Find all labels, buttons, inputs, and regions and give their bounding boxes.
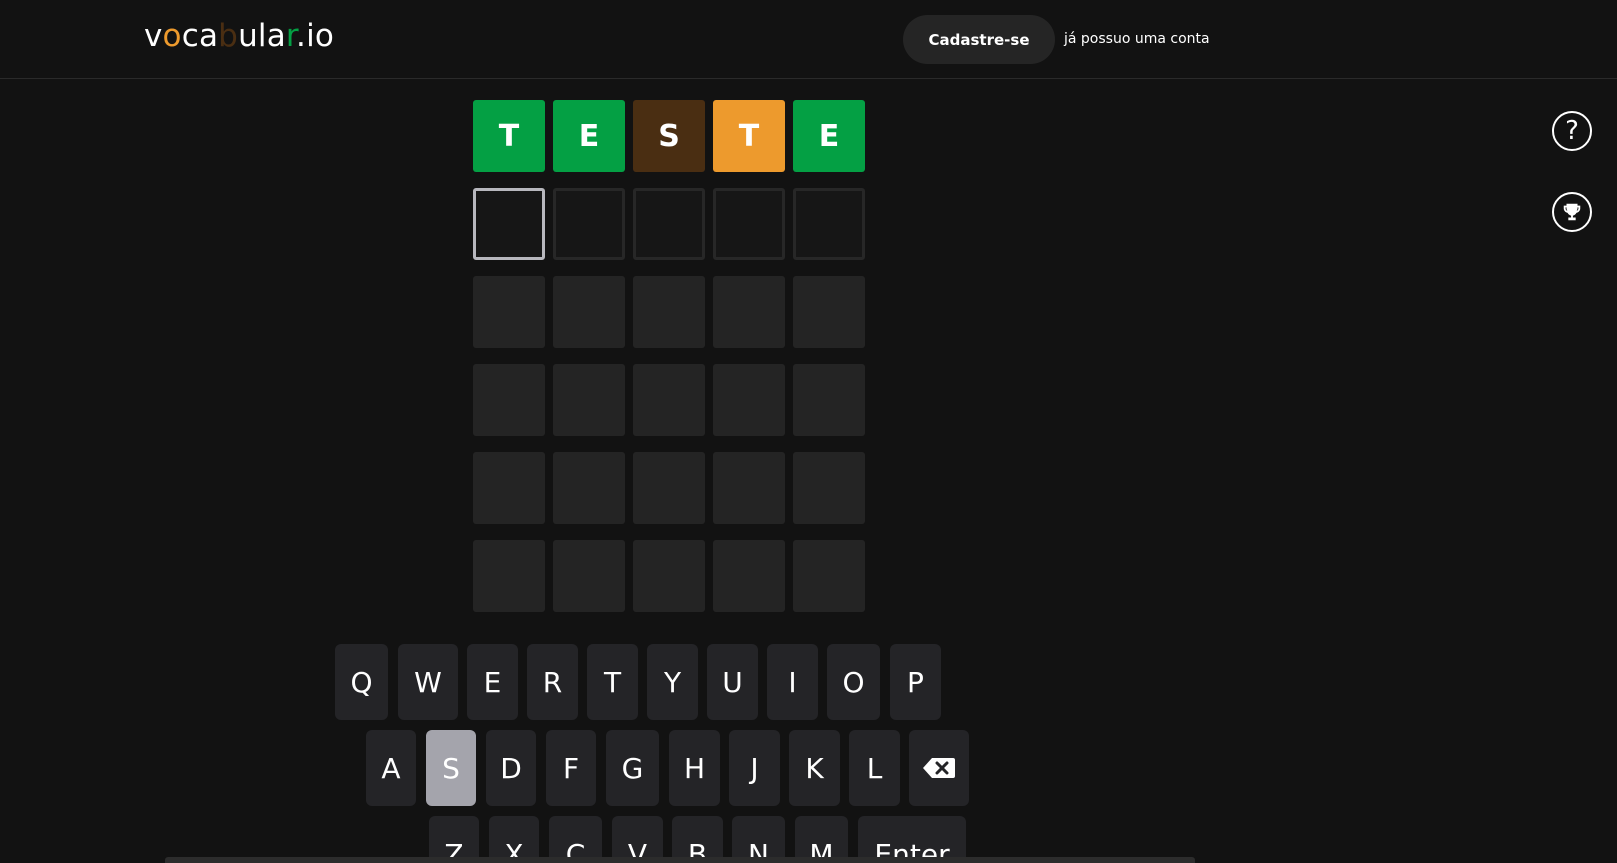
- key-n[interactable]: N: [732, 816, 785, 863]
- board-tile-correct: E: [793, 100, 865, 172]
- logo[interactable]: vocabular.io: [144, 18, 334, 54]
- key-s[interactable]: S: [426, 730, 476, 806]
- logo-part: o: [162, 18, 182, 54]
- board-tile-active: [473, 188, 545, 260]
- game-app: vocabular.io Cadastre-se já possuo uma c…: [0, 0, 1617, 863]
- logo-part: ca: [181, 18, 219, 54]
- board-tile-empty: [473, 540, 545, 612]
- board-tile-empty: [713, 452, 785, 524]
- key-p[interactable]: P: [890, 644, 941, 720]
- key-v[interactable]: V: [612, 816, 663, 863]
- board-tile-empty: [793, 364, 865, 436]
- key-c[interactable]: C: [549, 816, 602, 863]
- board-tile-empty: [793, 452, 865, 524]
- board-tile-empty: [553, 364, 625, 436]
- board-tile-empty: [793, 540, 865, 612]
- logo-part: .io: [296, 18, 335, 54]
- board-tile-empty: [793, 276, 865, 348]
- help-icon[interactable]: ?: [1552, 111, 1592, 151]
- key-q[interactable]: Q: [335, 644, 388, 720]
- key-r[interactable]: R: [527, 644, 578, 720]
- game-board: TESTE: [473, 100, 865, 612]
- key-a[interactable]: A: [366, 730, 416, 806]
- board-tile-absent: S: [633, 100, 705, 172]
- board-tile-current: [553, 188, 625, 260]
- board-tile-empty: [713, 364, 785, 436]
- trophy-icon[interactable]: [1552, 192, 1592, 232]
- board-tile-correct: T: [473, 100, 545, 172]
- key-t[interactable]: T: [587, 644, 638, 720]
- board-tile-empty: [553, 276, 625, 348]
- key-f[interactable]: F: [546, 730, 596, 806]
- board-tile-current: [713, 188, 785, 260]
- board-tile-present: T: [713, 100, 785, 172]
- logo-part: ula: [238, 18, 286, 54]
- logo-part: v: [144, 18, 163, 54]
- enter-button[interactable]: Enter: [858, 816, 966, 863]
- key-l[interactable]: L: [849, 730, 900, 806]
- key-m[interactable]: M: [795, 816, 848, 863]
- backspace-icon: [923, 758, 955, 778]
- key-u[interactable]: U: [707, 644, 758, 720]
- board-tile-empty: [473, 364, 545, 436]
- bottom-scroll-bar: [165, 857, 1195, 863]
- key-g[interactable]: G: [606, 730, 659, 806]
- logo-part: r: [285, 18, 297, 54]
- key-j[interactable]: J: [729, 730, 780, 806]
- key-o[interactable]: O: [827, 644, 880, 720]
- board-tile-empty: [713, 276, 785, 348]
- login-link[interactable]: já possuo uma conta: [1064, 31, 1210, 47]
- key-z[interactable]: Z: [429, 816, 479, 863]
- board-tile-empty: [633, 540, 705, 612]
- board-tile-empty: [553, 452, 625, 524]
- board-tile-empty: [633, 364, 705, 436]
- key-h[interactable]: H: [669, 730, 720, 806]
- board-tile-current: [633, 188, 705, 260]
- signup-button[interactable]: Cadastre-se: [903, 15, 1055, 64]
- key-i[interactable]: I: [767, 644, 818, 720]
- key-x[interactable]: X: [489, 816, 539, 863]
- board-tile-empty: [473, 452, 545, 524]
- logo-part: b: [218, 18, 239, 54]
- key-d[interactable]: D: [486, 730, 536, 806]
- key-e[interactable]: E: [467, 644, 518, 720]
- board-tile-empty: [633, 452, 705, 524]
- key-y[interactable]: Y: [647, 644, 698, 720]
- header: vocabular.io Cadastre-se já possuo uma c…: [0, 0, 1617, 79]
- backspace-button[interactable]: [909, 730, 969, 806]
- board-tile-empty: [633, 276, 705, 348]
- board-tile-empty: [473, 276, 545, 348]
- board-tile-empty: [553, 540, 625, 612]
- board-tile-empty: [713, 540, 785, 612]
- key-k[interactable]: K: [789, 730, 840, 806]
- board-tile-correct: E: [553, 100, 625, 172]
- key-w[interactable]: W: [398, 644, 458, 720]
- board-tile-current: [793, 188, 865, 260]
- key-b[interactable]: B: [672, 816, 723, 863]
- trophy-icon-glyph: [1563, 203, 1581, 221]
